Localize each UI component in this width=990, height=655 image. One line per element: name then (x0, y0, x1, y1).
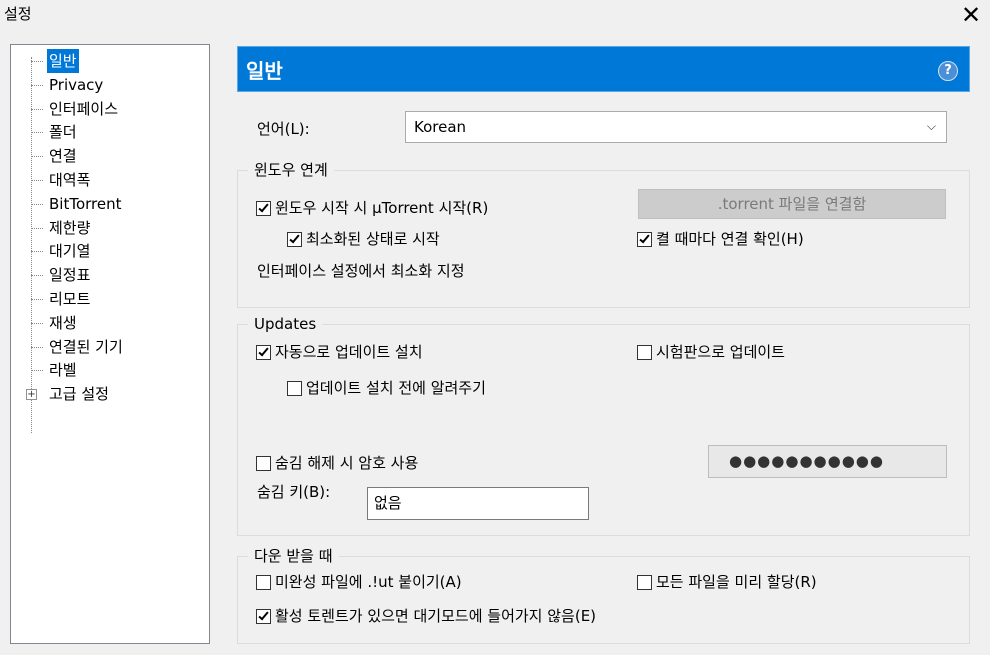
tree-item-label: BitTorrent (49, 195, 122, 213)
tree-connector (31, 109, 43, 110)
checkbox-box[interactable] (637, 575, 652, 590)
language-select[interactable]: Korean ⌵ (405, 111, 947, 143)
tree-item-label: 대기열 (49, 242, 91, 260)
tree-connector (31, 132, 43, 133)
tree-connector (31, 323, 43, 324)
tree-connector (31, 85, 43, 86)
checkbox-box[interactable] (637, 345, 652, 360)
tree-connector (31, 180, 43, 181)
tree-item-label: 일정표 (49, 266, 91, 284)
checkbox-box[interactable] (287, 381, 302, 396)
tree-connector (31, 251, 43, 252)
associate-torrent-button[interactable]: .torrent 파일을 연결함 (638, 189, 946, 219)
window-title: 설정 (4, 5, 32, 23)
checkbox-box[interactable] (287, 232, 302, 247)
checkbox-label: 자동으로 업데이트 설치 (275, 343, 423, 361)
tree-item-label: 연결 (49, 147, 77, 165)
tree-item-label: 제한량 (49, 219, 91, 237)
checkbox-box[interactable] (256, 345, 271, 360)
checkbox-box[interactable] (256, 456, 271, 471)
group-legend: 다운 받을 때 (248, 547, 339, 565)
tree-item-label: 폴더 (49, 123, 77, 141)
tree-item-label: 재생 (49, 314, 77, 332)
tree-connector (31, 370, 43, 371)
boss-key-input[interactable]: 없음 (367, 487, 589, 520)
checkbox-label: 윈도우 시작 시 µTorrent 시작(R) (275, 199, 489, 217)
tree-connector (31, 347, 43, 348)
section-header: 일반 ? (237, 46, 970, 92)
tree-connector (31, 275, 43, 276)
language-label: 언어(L): (257, 120, 310, 138)
checkbox-box[interactable] (256, 609, 271, 624)
tree-item-label: Privacy (49, 76, 104, 94)
help-icon[interactable]: ? (938, 61, 958, 81)
tree-connector (31, 61, 43, 62)
language-value: Korean (414, 118, 467, 136)
section-title: 일반 (246, 59, 283, 83)
close-icon[interactable]: ✕ (956, 0, 986, 30)
checkbox-label: 활성 토렌트가 있으면 대기모드에 들어가지 않음(E) (275, 607, 597, 625)
tree-connector (31, 299, 43, 300)
tree-connector (31, 228, 43, 229)
settings-tree: 일반 Privacy 인터페이스폴더연결대역폭 BitTorrent 제한량대기열일정표… (10, 44, 210, 644)
group-legend: 윈도우 연계 (248, 161, 334, 179)
checkbox-label: 시험판으로 업데이트 (656, 343, 785, 361)
minimize-note: 인터페이스 설정에서 최소화 지정 (257, 262, 465, 280)
checkbox-label: 최소화된 상태로 시작 (306, 230, 440, 248)
tree-connector-line (31, 57, 32, 433)
password-field[interactable]: ●●●●●●●●●●● (708, 445, 947, 478)
checkbox-box[interactable] (256, 201, 271, 216)
tree-item-label: 고급 설정 (49, 385, 109, 403)
checkbox-label: 업데이트 설치 전에 알려주기 (306, 379, 486, 397)
checkbox-box[interactable] (637, 232, 652, 247)
downloading-group: 다운 받을 때 (237, 547, 970, 644)
tree-item-label: 대역폭 (49, 171, 91, 189)
tree-item-label: 인터페이스 (49, 100, 119, 118)
checkbox-label: 숨김 해제 시 암호 사용 (275, 454, 419, 472)
tree-item-label: 연결된 기기 (49, 338, 123, 356)
group-legend: Updates (248, 315, 323, 333)
checkbox-label: 모든 파일을 미리 할당(R) (656, 573, 817, 591)
tree-item-label: 리모트 (49, 290, 91, 308)
checkbox-box[interactable] (256, 575, 271, 590)
tree-item-label: 일반 (47, 49, 79, 73)
tree-connector (31, 156, 43, 157)
tree-connector (31, 204, 43, 205)
tree-item-label: 라벨 (49, 361, 77, 379)
checkbox-label: 미완성 파일에 .!ut 붙이기(A) (275, 573, 462, 591)
checkbox-label: 켤 때마다 연결 확인(H) (656, 230, 804, 248)
expand-icon[interactable]: + (26, 389, 37, 400)
boss-key-label: 숨김 키(B): (257, 483, 331, 501)
chevron-down-icon: ⌵ (926, 119, 936, 133)
